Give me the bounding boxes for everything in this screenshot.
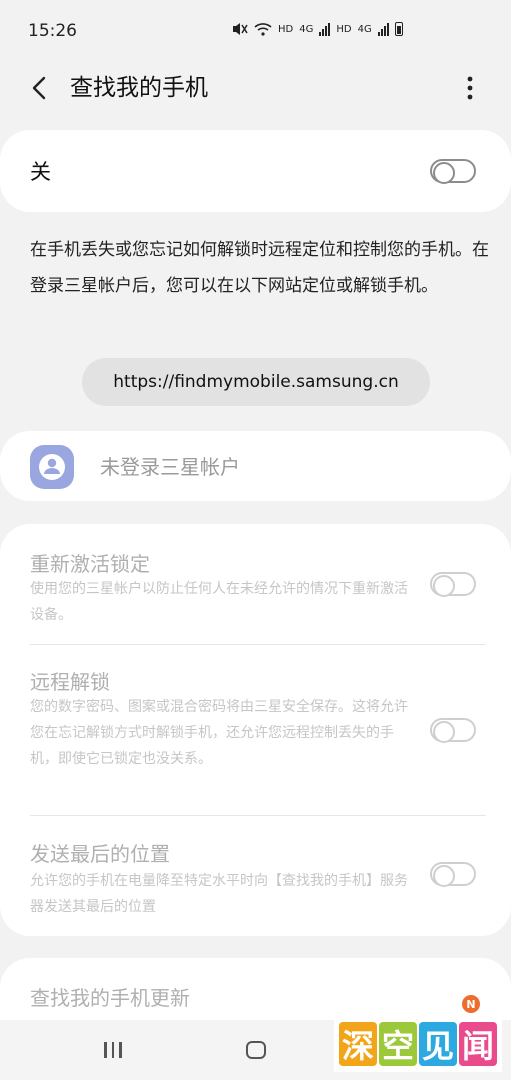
home-icon[interactable] xyxy=(246,1041,266,1059)
battery-icon xyxy=(394,22,403,36)
remote-unlock-toggle[interactable] xyxy=(430,718,476,743)
account-avatar-icon xyxy=(30,445,74,489)
option-description: 使用您的三星帐户以防止任何人在未经允许的情况下重新激活设备。 xyxy=(30,581,408,623)
more-vertical-icon[interactable] xyxy=(456,72,484,104)
options-card: 重新激活锁定 使用您的三星帐户以防止任何人在未经允许的情况下重新激活设备。 远程… xyxy=(0,524,511,936)
reactivation-lock-toggle[interactable] xyxy=(430,572,476,597)
divider xyxy=(30,644,486,645)
watermark-logo: 深 空 见 闻 xyxy=(334,1016,502,1072)
recents-icon[interactable] xyxy=(104,1042,122,1058)
wifi-icon xyxy=(254,23,272,36)
new-badge: N xyxy=(462,995,480,1013)
hd-label-2: HD xyxy=(336,23,352,35)
description-text: 在手机丢失或您忘记如何解锁时远程定位和控制您的手机。在登录三星帐户后，您可以在以… xyxy=(30,240,489,296)
watermark-char: 见 xyxy=(419,1022,457,1066)
signal-icon-1 xyxy=(319,22,331,36)
watermark-char: 深 xyxy=(339,1022,377,1066)
master-switch-label: 关 xyxy=(30,160,51,184)
app-bar: 查找我的手机 xyxy=(0,62,511,114)
option-title: 发送最后的位置 xyxy=(30,842,170,866)
master-toggle[interactable] xyxy=(430,159,476,184)
network-label-2: 4G xyxy=(357,23,372,35)
account-status-label: 未登录三星帐户 xyxy=(100,455,240,479)
mute-icon xyxy=(233,23,248,35)
divider xyxy=(30,815,486,816)
chevron-left-icon[interactable] xyxy=(24,72,56,104)
option-description: 允许您的手机在电量降至特定水平时向【查找我的手机】服务器发送其最后的位置 xyxy=(30,873,408,915)
update-title: 查找我的手机更新 xyxy=(30,986,190,1010)
network-label-1: 4G xyxy=(299,23,314,35)
page-title: 查找我的手机 xyxy=(70,75,208,101)
website-url-button[interactable]: https://findmymobile.samsung.cn xyxy=(82,358,430,406)
status-icons: HD 4G HD 4G xyxy=(232,22,403,36)
signal-icon-2 xyxy=(377,22,389,36)
option-description: 您的数字密码、图案或混合密码将由三星安全保存。这将允许您在忘记解锁方式时解锁手机… xyxy=(30,699,408,767)
option-title: 远程解锁 xyxy=(30,670,110,694)
master-switch-card[interactable]: 关 xyxy=(0,130,511,212)
status-time: 15:26 xyxy=(28,21,77,41)
hd-label-1: HD xyxy=(278,23,294,35)
watermark-char: 空 xyxy=(379,1022,417,1066)
account-card[interactable]: 未登录三星帐户 xyxy=(0,431,511,501)
option-title: 重新激活锁定 xyxy=(30,552,150,576)
send-last-location-toggle[interactable] xyxy=(430,862,476,887)
watermark-char: 闻 xyxy=(459,1022,497,1066)
